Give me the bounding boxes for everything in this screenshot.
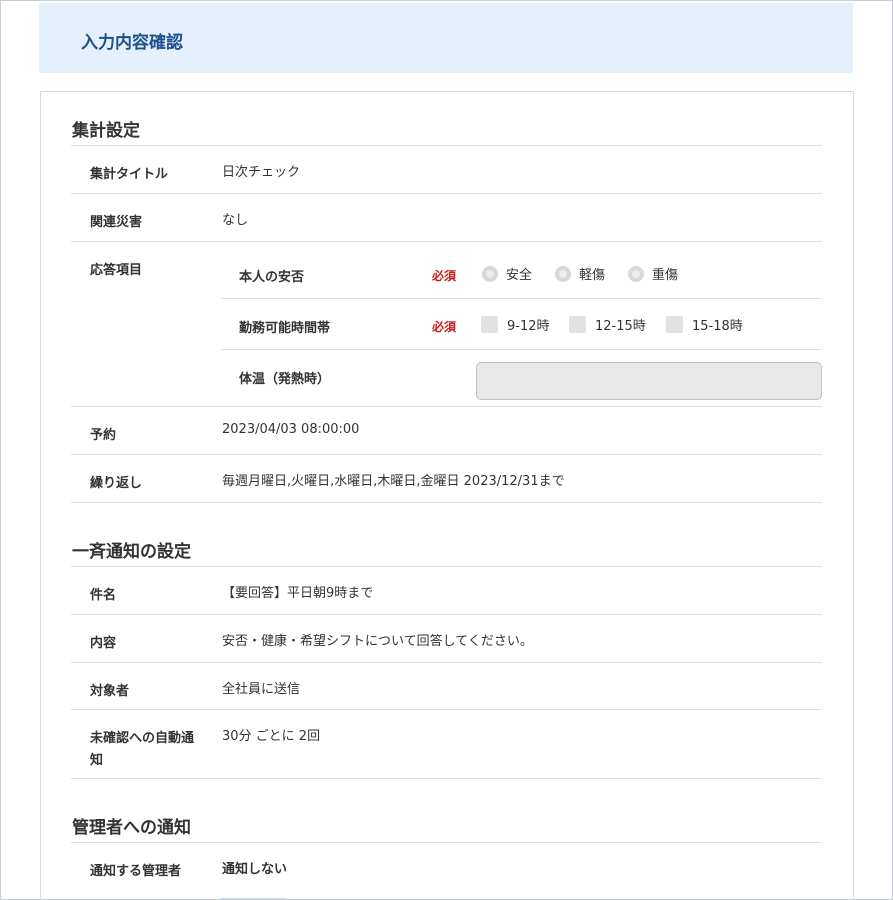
section-title-aggregation: 集計設定 — [72, 121, 140, 141]
confirmation-card: 集計設定 集計タイトル 日次チェック 関連災害 なし 応答項目 本人の安否 必須… — [40, 91, 854, 899]
page-header: 入力内容確認 — [39, 3, 853, 73]
safety-option-minor[interactable]: 軽傷 — [555, 264, 605, 283]
divider — [71, 145, 822, 146]
divider — [71, 842, 822, 843]
response-items-label: 応答項目 — [90, 263, 143, 278]
divider — [71, 406, 822, 407]
reservation-value: 2023/04/03 08:00:00 — [222, 422, 360, 437]
target-value: 全社員に送信 — [222, 682, 301, 697]
hours-option-9-12[interactable]: 9-12時 — [481, 315, 550, 334]
radio-icon[interactable] — [555, 265, 571, 282]
divider — [221, 298, 822, 299]
divider — [71, 241, 822, 242]
page-title: 入力内容確認 — [81, 33, 183, 53]
required-badge: 必須 — [432, 320, 457, 334]
divider — [221, 349, 822, 350]
auto-notify-value: 30分 ごとに 2回 — [222, 729, 321, 744]
auto-notify-label-line1: 未確認への自動通 — [90, 731, 195, 746]
required-badge: 必須 — [432, 269, 457, 283]
hours-item-label: 勤務可能時間帯 — [239, 321, 331, 336]
section-title-admin: 管理者への通知 — [72, 818, 191, 838]
disaster-label: 関連災害 — [90, 215, 143, 230]
divider — [71, 454, 822, 455]
hours-option-12-15[interactable]: 12-15時 — [569, 315, 646, 334]
aggregation-title-label: 集計タイトル — [90, 167, 169, 182]
auto-notify-label-line2: 知 — [90, 753, 104, 768]
radio-icon[interactable] — [628, 265, 644, 282]
subject-value: 【要回答】平日朝9時まで — [222, 586, 374, 601]
target-label: 対象者 — [90, 684, 130, 699]
disaster-value: なし — [222, 213, 249, 228]
hours-option-15-18[interactable]: 15-18時 — [666, 315, 743, 334]
subject-label: 件名 — [90, 588, 117, 603]
option-label: 軽傷 — [579, 268, 606, 283]
temperature-input[interactable] — [476, 362, 822, 400]
page-frame: 入力内容確認 集計設定 集計タイトル 日次チェック 関連災害 なし 応答項目 本… — [0, 0, 893, 900]
option-label: 安全 — [506, 268, 533, 283]
option-label: 9-12時 — [507, 319, 550, 334]
repeat-value: 毎週月曜日,火曜日,水曜日,木曜日,金曜日 2023/12/31まで — [222, 474, 565, 489]
content-value: 安否・健康・希望シフトについて回答してください。 — [222, 634, 533, 649]
section-title-notification: 一斉通知の設定 — [72, 542, 191, 562]
content-label: 内容 — [90, 636, 117, 651]
divider — [71, 193, 822, 194]
safety-option-safe[interactable]: 安全 — [482, 264, 532, 283]
checkbox-icon[interactable] — [481, 316, 498, 333]
divider — [71, 662, 822, 663]
reservation-label: 予約 — [90, 428, 117, 443]
checkbox-icon[interactable] — [666, 316, 683, 333]
divider — [71, 778, 822, 779]
aggregation-title-value: 日次チェック — [222, 165, 301, 180]
divider — [71, 566, 822, 567]
divider — [71, 709, 822, 710]
temperature-item-label: 体温（発熱時） — [239, 372, 331, 387]
option-label: 12-15時 — [595, 319, 646, 334]
radio-icon[interactable] — [482, 265, 498, 282]
divider — [71, 502, 822, 503]
divider — [71, 614, 822, 615]
admin-label: 通知する管理者 — [90, 864, 182, 879]
admin-value: 通知しない — [222, 862, 288, 877]
safety-item-label: 本人の安否 — [239, 270, 305, 285]
option-label: 15-18時 — [692, 319, 743, 334]
safety-option-serious[interactable]: 重傷 — [628, 264, 678, 283]
checkbox-icon[interactable] — [569, 316, 586, 333]
repeat-label: 繰り返し — [90, 476, 143, 491]
option-label: 重傷 — [652, 268, 679, 283]
